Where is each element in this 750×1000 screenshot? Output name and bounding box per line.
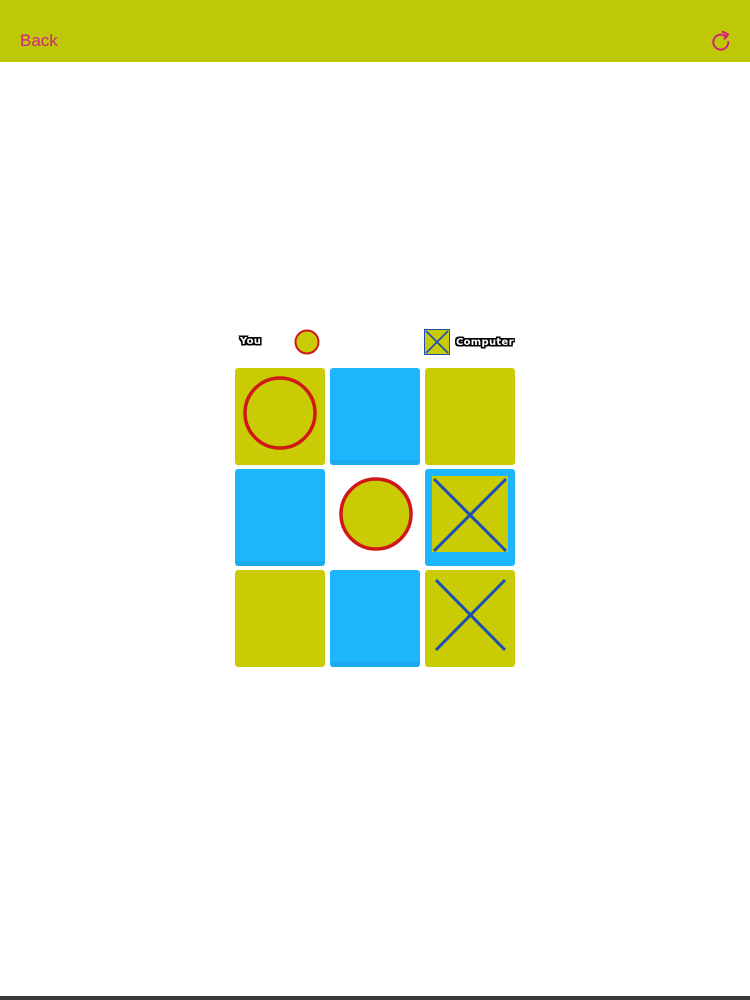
board-cell-2-2[interactable]: [425, 570, 515, 667]
board-cell-1-0[interactable]: [235, 469, 325, 566]
bottom-edge-divider: [0, 996, 750, 1000]
board-cell-1-1[interactable]: [330, 469, 420, 566]
o-mark-icon: [339, 477, 413, 551]
o-mark-icon: [243, 376, 317, 450]
x-mark-icon: [432, 477, 508, 553]
you-o-marker-icon: [294, 329, 320, 355]
top-navigation-bar: Back: [0, 0, 750, 62]
board-cell-0-1[interactable]: [330, 368, 420, 465]
board-cell-0-0[interactable]: [235, 368, 325, 465]
restart-button[interactable]: [709, 29, 733, 53]
board-cell-2-1[interactable]: [330, 570, 420, 667]
board-cell-0-2[interactable]: [425, 368, 515, 465]
x-mark-icon: [434, 578, 507, 652]
game-board: [235, 368, 516, 668]
computer-player-label: Computer: [456, 337, 514, 348]
board-cell-2-0[interactable]: [235, 570, 325, 667]
computer-x-marker-icon: [424, 329, 450, 355]
board-cell-1-2[interactable]: [425, 469, 515, 566]
back-button[interactable]: Back: [20, 31, 58, 51]
you-player-label: You: [240, 336, 262, 347]
refresh-icon: [712, 30, 730, 51]
